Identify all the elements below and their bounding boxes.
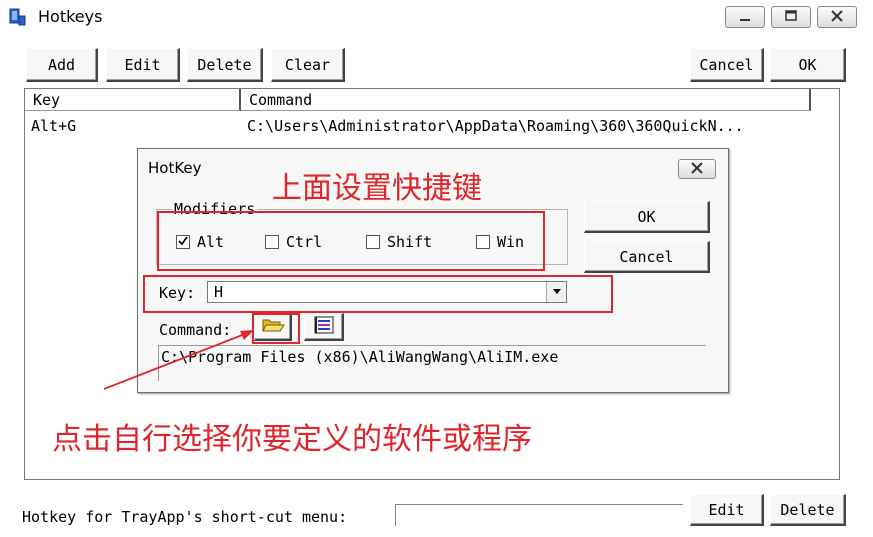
tray-delete-button[interactable]: Delete (770, 494, 846, 526)
tray-edit-button[interactable]: Edit (690, 494, 764, 526)
tray-hotkey-label: Hotkey for TrayApp's short-cut menu: (22, 508, 348, 526)
annotation-top: 上面设置快捷键 (272, 171, 482, 206)
tray-hotkey-input[interactable] (395, 504, 683, 526)
hotkeys-window: Hotkeys Add Edit Delete Clear Cancel OK … (0, 0, 873, 537)
annotation-bottom: 点击自行选择你要定义的软件或程序 (52, 422, 532, 457)
